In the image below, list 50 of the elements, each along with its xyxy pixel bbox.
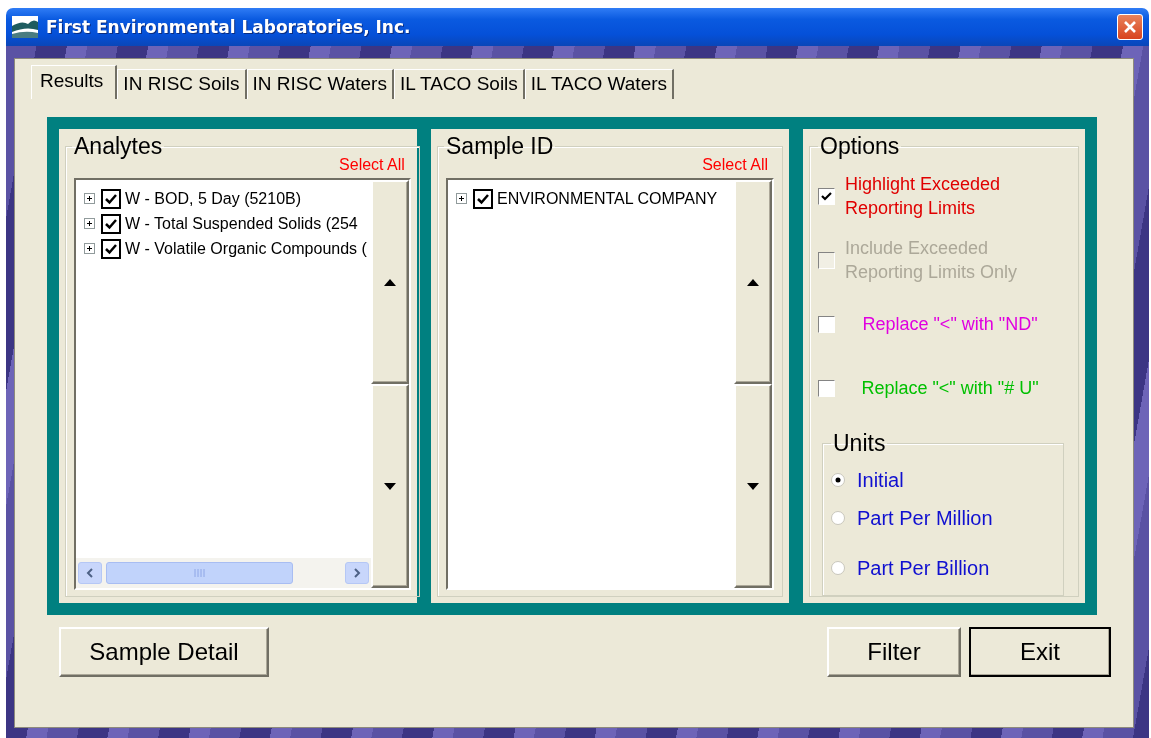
- scroll-right-icon[interactable]: [344, 562, 369, 584]
- radio-label[interactable]: Initial: [857, 468, 904, 492]
- tree-item[interactable]: W - Total Suspended Solids (254: [125, 214, 358, 233]
- group-title: Sample ID: [445, 133, 555, 160]
- radio-button[interactable]: [831, 561, 845, 575]
- tree-item[interactable]: ENVIRONMENTAL COMPANY: [497, 189, 718, 208]
- dialog-button[interactable]: Exit: [969, 627, 1111, 677]
- checkbox[interactable]: [818, 315, 835, 333]
- tab[interactable]: IL TACO Waters: [524, 69, 675, 99]
- checkbox[interactable]: [818, 379, 835, 397]
- option-label[interactable]: Highlight Exceeded Reporting Limits: [845, 172, 1055, 220]
- up-arrow-icon: [383, 278, 396, 286]
- scroll-up-button[interactable]: [370, 180, 409, 384]
- group-title: Options: [819, 133, 901, 160]
- checkbox[interactable]: [101, 238, 121, 259]
- tab[interactable]: IN RISC Soils: [117, 69, 247, 99]
- checkbox[interactable]: [473, 188, 493, 209]
- expand-icon[interactable]: [84, 193, 95, 204]
- up-arrow-icon: [747, 278, 759, 286]
- scroll-left-icon[interactable]: [78, 562, 102, 584]
- close-button[interactable]: [1117, 14, 1143, 40]
- tab[interactable]: Results: [31, 65, 118, 99]
- app-logo-icon: [12, 16, 38, 38]
- radio-button[interactable]: [831, 511, 845, 525]
- tree-item[interactable]: W - Volatile Organic Compounds (: [125, 239, 367, 258]
- down-arrow-icon: [747, 482, 759, 490]
- group-title: Units: [832, 430, 887, 457]
- scroll-down-button[interactable]: [734, 384, 772, 588]
- radio-label[interactable]: Part Per Billion: [857, 556, 990, 580]
- horizontal-scrollbar[interactable]: [76, 558, 371, 588]
- scroll-thumb[interactable]: [106, 562, 293, 584]
- checkbox[interactable]: [101, 188, 121, 209]
- scroll-up-button[interactable]: [734, 180, 772, 384]
- tree-item[interactable]: W - BOD, 5 Day (5210B): [125, 189, 302, 208]
- dialog-button[interactable]: Filter: [827, 627, 961, 677]
- window-title: First Environmental Laboratories, Inc.: [46, 17, 412, 37]
- scroll-down-button[interactable]: [370, 384, 409, 588]
- down-arrow-icon: [383, 482, 396, 490]
- expand-icon[interactable]: [456, 193, 467, 204]
- close-icon: [1123, 20, 1137, 34]
- dialog-button[interactable]: Sample Detail: [59, 627, 269, 677]
- tab[interactable]: IN RISC Waters: [246, 69, 394, 99]
- expand-icon[interactable]: [84, 243, 95, 254]
- expand-icon[interactable]: [84, 218, 95, 229]
- tab[interactable]: IL TACO Soils: [393, 69, 525, 99]
- radio-button[interactable]: [831, 473, 845, 487]
- checkbox[interactable]: [101, 213, 121, 234]
- radio-label[interactable]: Part Per Million: [857, 506, 993, 530]
- checkbox[interactable]: [818, 187, 835, 205]
- group-title: Analytes: [73, 133, 164, 160]
